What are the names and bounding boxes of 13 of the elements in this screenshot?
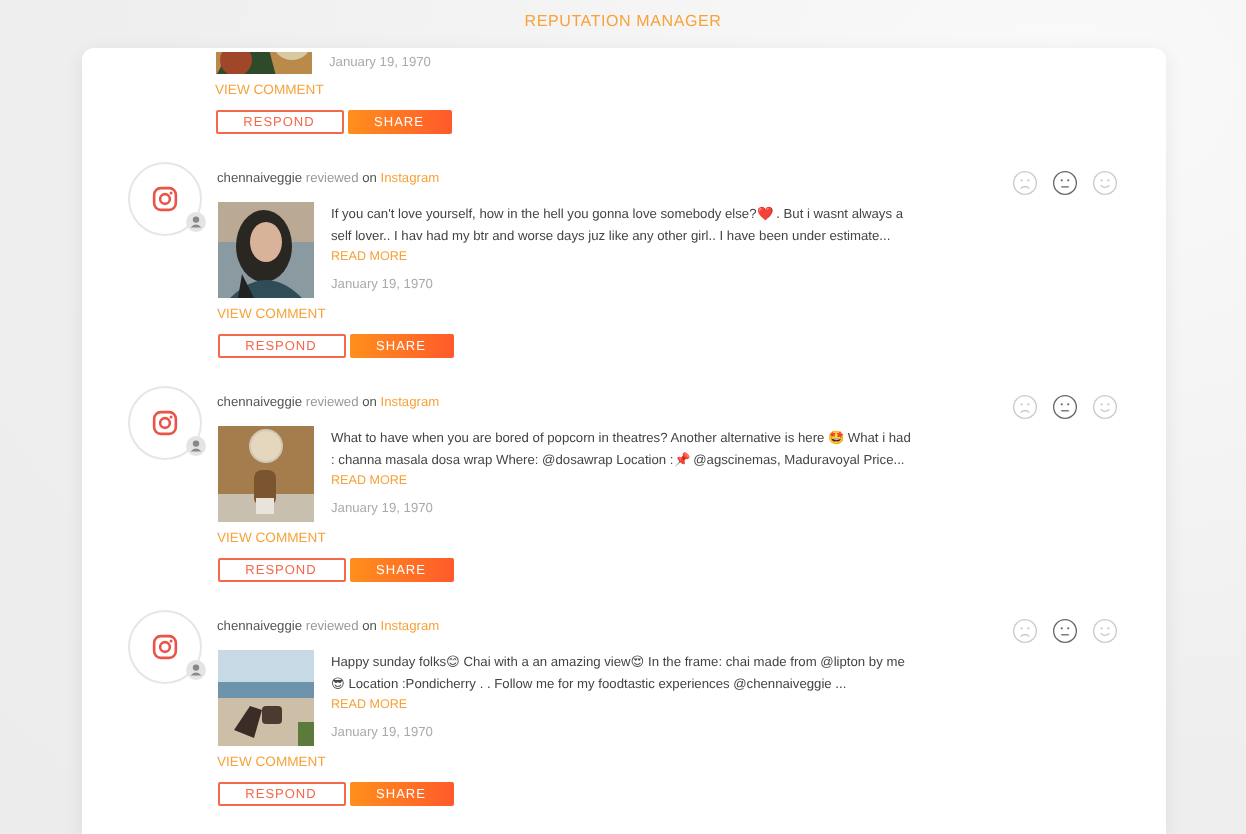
neutral-face-icon[interactable] xyxy=(1051,394,1077,420)
happy-face-icon[interactable] xyxy=(1091,170,1117,196)
page-title: REPUTATION MANAGER xyxy=(524,10,722,34)
instagram-icon xyxy=(151,410,177,436)
sad-face-icon[interactable] xyxy=(1011,618,1037,644)
sad-face-icon[interactable] xyxy=(1011,394,1037,420)
happy-face-icon[interactable] xyxy=(1091,394,1117,420)
instagram-icon xyxy=(151,186,177,212)
instagram-icon xyxy=(151,634,177,660)
happy-face-icon[interactable] xyxy=(1091,618,1117,644)
neutral-face-icon[interactable] xyxy=(1051,618,1077,644)
neutral-face-icon[interactable] xyxy=(1051,170,1077,196)
sad-face-icon[interactable] xyxy=(1011,170,1037,196)
